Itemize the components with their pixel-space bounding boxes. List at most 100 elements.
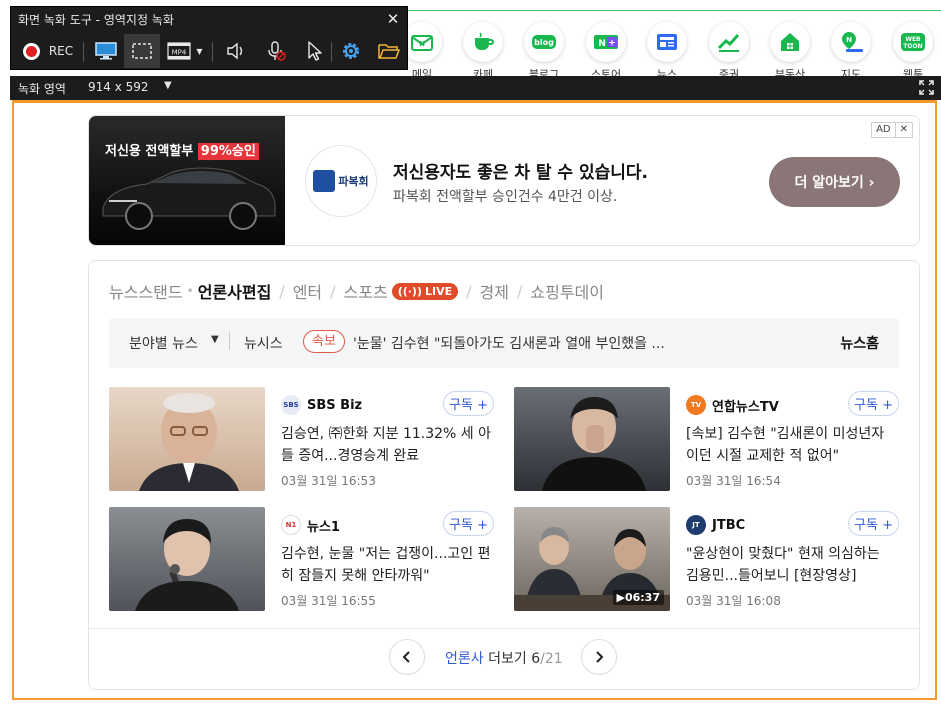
- article-thumbnail[interactable]: [514, 387, 670, 491]
- gear-icon: [343, 43, 359, 59]
- press-name[interactable]: N1 뉴스1: [281, 515, 340, 535]
- news1-logo: N1: [281, 515, 301, 535]
- ad-label: AD: [876, 124, 891, 135]
- svg-text:blog: blog: [534, 38, 554, 47]
- subscribe-button[interactable]: 구독 +: [443, 511, 494, 536]
- ticker-source[interactable]: 뉴시스: [244, 333, 283, 353]
- tab-economy[interactable]: 경제: [480, 279, 509, 303]
- svg-text:MP4: MP4: [172, 49, 187, 57]
- rec-button[interactable]: REC: [19, 34, 77, 68]
- field-news-select[interactable]: 분야별 뉴스: [129, 333, 198, 353]
- area-mode-button[interactable]: [124, 34, 160, 68]
- news-icon[interactable]: [647, 22, 687, 62]
- rec-label: REC: [48, 44, 74, 58]
- mic-muted-icon: [268, 41, 286, 61]
- close-icon[interactable]: ✕: [894, 123, 912, 137]
- pager-total: /21: [540, 651, 563, 667]
- region-select-icon: [132, 43, 152, 59]
- article-time: 03월 31일 16:08: [686, 594, 781, 608]
- tab-sports[interactable]: 스포츠: [344, 279, 388, 303]
- press-name[interactable]: TV 연합뉴스TV: [686, 395, 779, 415]
- cursor-button[interactable]: [297, 34, 333, 68]
- stock-icon[interactable]: [709, 22, 749, 62]
- subscribe-button[interactable]: 구독 +: [848, 511, 899, 536]
- ad-description: 파복회 전액할부 승인건수 4만건 이상.: [393, 189, 618, 205]
- tab-press-edit[interactable]: 언론사편집: [198, 279, 272, 303]
- settings-button[interactable]: [333, 34, 369, 68]
- jtbc-logo: JT: [686, 515, 706, 535]
- prev-page-button[interactable]: [389, 639, 425, 675]
- map-icon[interactable]: N: [831, 22, 871, 62]
- tab-divider: •: [186, 284, 194, 298]
- ad-badge[interactable]: AD ✕: [871, 122, 913, 138]
- toolbar-separator: [83, 42, 84, 62]
- next-page-button[interactable]: [581, 639, 617, 675]
- article-title[interactable]: "윤상현이 맞췄다" 현재 의심하는 김용민...들어보니 [현장영상]: [686, 543, 896, 587]
- blog-icon[interactable]: blog: [524, 22, 564, 62]
- article-title[interactable]: 김수현, 눈물 "저는 겁쟁이...고인 편히 잠들지 못해 안타까워": [281, 543, 491, 587]
- svg-text:WEB: WEB: [905, 36, 921, 43]
- ticker-divider: [229, 332, 230, 350]
- subscribe-button[interactable]: 구독 +: [848, 391, 899, 416]
- logo-mark: [313, 170, 336, 192]
- ad-title[interactable]: 저신용자도 좋은 차 탈 수 있습니다.: [393, 158, 648, 183]
- open-folder-button[interactable]: [371, 34, 407, 68]
- pager-label: 언론사 더보기 6/21: [445, 648, 563, 668]
- portrait-image: [139, 393, 239, 491]
- ticker-headline[interactable]: '눈물' 김수현 "되돌아가도 김새론과 열애 부인했을 ...: [353, 333, 703, 353]
- tab-shopping-today[interactable]: 쇼핑투데이: [530, 279, 604, 303]
- pager-more-label[interactable]: 더보기: [488, 651, 527, 667]
- news-card[interactable]: SBS SBS Biz 구독 + 김승연, ㈜한화 지분 11.32% 세 아들…: [109, 387, 494, 492]
- webtoon-icon[interactable]: WEB TOON: [893, 22, 933, 62]
- recording-frame: 저신용 전액할부 99%승인 파복회 저신용자도 좋은 차 탈 수 있습니다. …: [12, 100, 937, 700]
- news-card[interactable]: N1 뉴스1 구독 + 김수현, 눈물 "저는 겁쟁이...고인 편히 잠들지 …: [109, 507, 494, 612]
- toolbar-separator: [331, 42, 332, 62]
- nplus-icon[interactable]: N +: [586, 22, 626, 62]
- article-thumbnail[interactable]: [109, 387, 265, 491]
- article-title[interactable]: 김승연, ㈜한화 지분 11.32% 세 아들 증여...경영승계 완료: [281, 423, 491, 467]
- cafe-icon[interactable]: [463, 22, 503, 62]
- expand-icon[interactable]: [918, 79, 935, 96]
- pager-current: 6: [531, 651, 541, 667]
- pager-press-label[interactable]: 언론사: [445, 651, 484, 667]
- tab-entertainment[interactable]: 엔터: [293, 279, 322, 303]
- car-image: [102, 167, 276, 230]
- caret-down-icon[interactable]: ▼: [211, 334, 219, 345]
- close-icon[interactable]: ✕: [385, 11, 401, 27]
- realestate-icon[interactable]: [770, 22, 810, 62]
- news-card[interactable]: ▶06:37 JT JTBC 구독 + "윤상현이 맞췄다" 현재 의심하는 김…: [514, 507, 899, 612]
- cursor-icon: [308, 41, 322, 61]
- mail-icon[interactable]: N: [402, 22, 442, 62]
- mic-button[interactable]: [259, 34, 293, 68]
- fullscreen-mode-button[interactable]: [88, 34, 124, 68]
- svg-text:N: N: [846, 36, 852, 44]
- article-thumbnail[interactable]: [109, 507, 265, 611]
- article-title[interactable]: [속보] 김수현 "김새론이 미성년자이던 시절 교제한 적 없어": [686, 423, 896, 467]
- ad-cta-button[interactable]: 더 알아보기 ›: [769, 157, 900, 207]
- press-name[interactable]: SBS SBS Biz: [281, 395, 362, 415]
- chevron-left-icon: [402, 651, 410, 663]
- video-duration: ▶06:37: [612, 590, 664, 605]
- chevron-down-icon[interactable]: ▼: [164, 80, 172, 91]
- subscribe-button[interactable]: 구독 +: [443, 391, 494, 416]
- article-thumbnail[interactable]: ▶06:37: [514, 507, 670, 611]
- press-name[interactable]: JT JTBC: [686, 515, 745, 535]
- sbs-biz-logo: SBS: [281, 395, 301, 415]
- area-size-select[interactable]: 914 x 592: [88, 80, 149, 94]
- chevron-down-icon: ▼: [196, 46, 203, 56]
- live-badge[interactable]: ((·)) LIVE: [391, 282, 459, 300]
- breaking-badge: 속보: [303, 330, 345, 353]
- toolbar-separator: [212, 42, 213, 62]
- tab-divider: /: [279, 281, 285, 301]
- article-time: 03월 31일 16:55: [281, 594, 376, 608]
- news-card[interactable]: TV 연합뉴스TV 구독 + [속보] 김수현 "김새론이 미성년자이던 시절 …: [514, 387, 899, 492]
- news-tabs: 뉴스스탠드 • 언론사편집 / 엔터 / 스포츠 ((·)) LIVE / 경제 …: [109, 279, 604, 303]
- speaker-button[interactable]: [217, 34, 255, 68]
- tab-newsstand[interactable]: 뉴스스탠드: [109, 279, 183, 303]
- ad-banner[interactable]: 저신용 전액할부 99%승인 파복회 저신용자도 좋은 차 탈 수 있습니다. …: [88, 115, 920, 246]
- format-select-button[interactable]: MP4 ▼: [162, 34, 208, 68]
- news-panel: 뉴스스탠드 • 언론사편집 / 엔터 / 스포츠 ((·)) LIVE / 경제 …: [88, 260, 920, 690]
- portrait-image: [542, 397, 646, 491]
- news-home-link[interactable]: 뉴스홈: [840, 333, 879, 353]
- tab-divider: /: [466, 281, 472, 301]
